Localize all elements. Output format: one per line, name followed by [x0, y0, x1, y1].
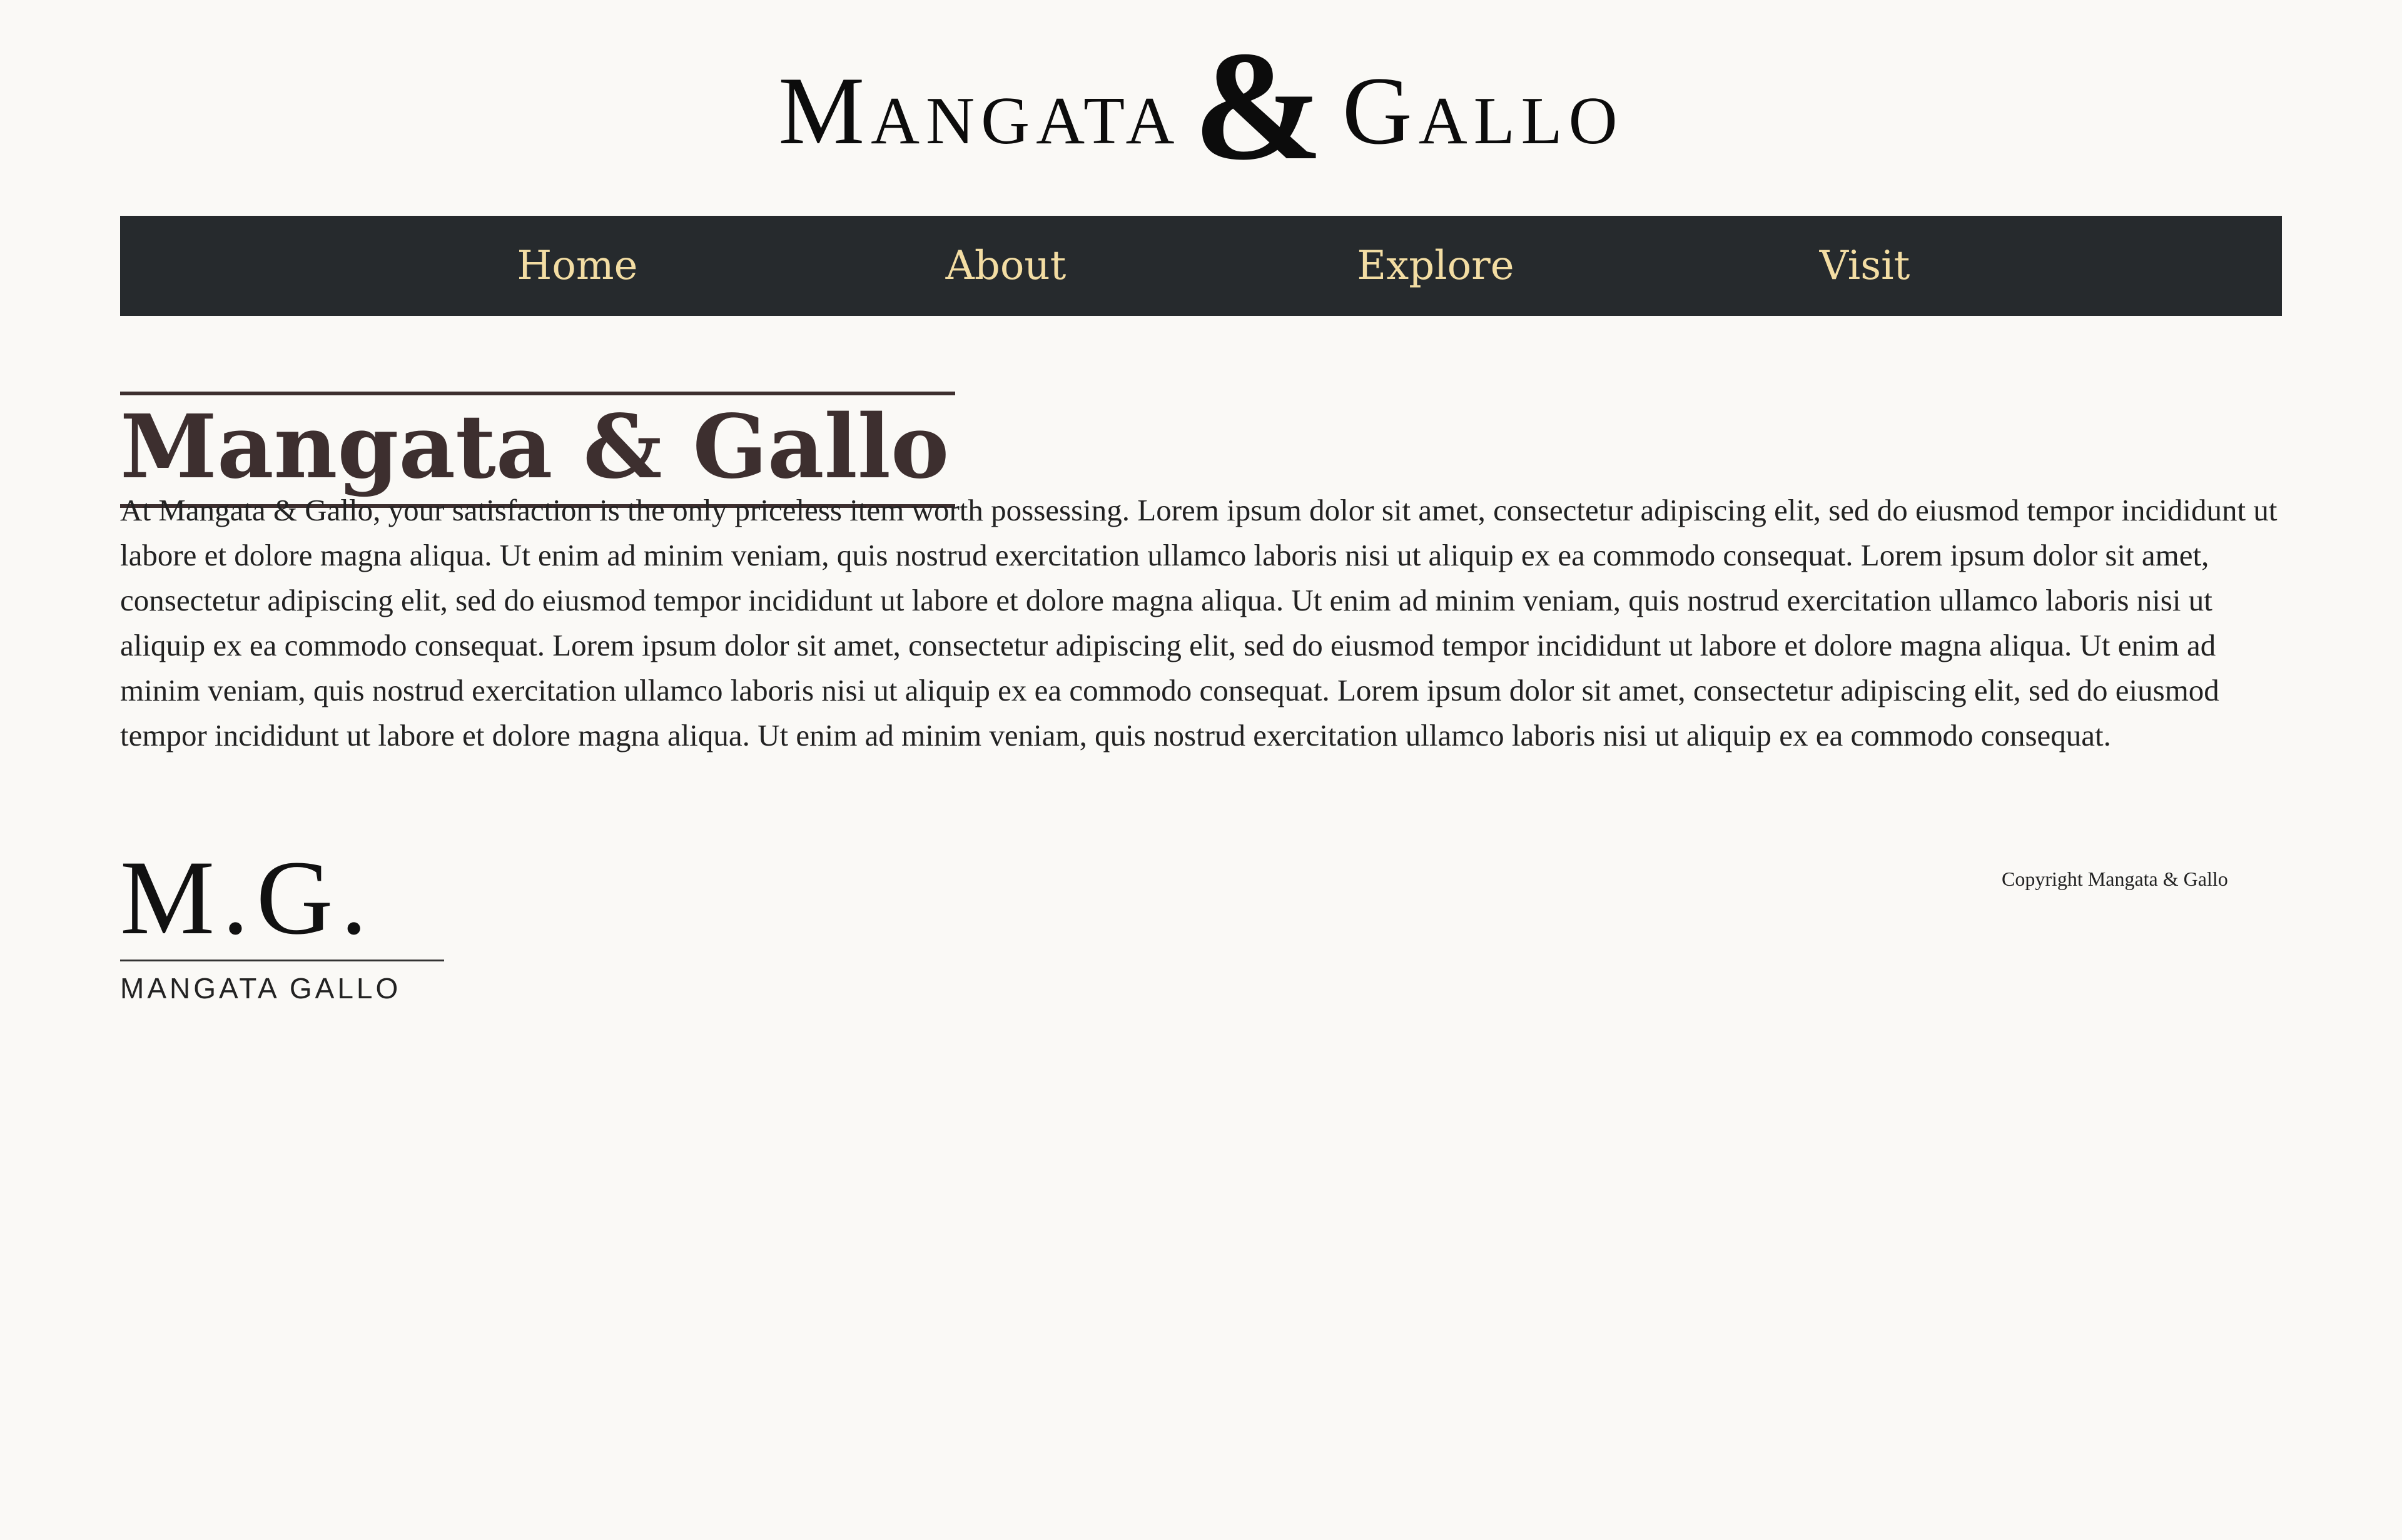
copyright-text: Copyright Mangata & Gallo	[2002, 868, 2228, 890]
nav-link-visit[interactable]: Visit	[1820, 216, 1910, 316]
footer-logo[interactable]: M.G. MANGATA GALLO	[120, 839, 445, 1007]
footer-logo-monogram: M.G.	[120, 839, 375, 956]
site-header: MANGATA& GALLO	[0, 28, 2402, 185]
nav-link-explore[interactable]: Explore	[1357, 216, 1514, 316]
logo-initial-g: G	[1342, 57, 1419, 165]
intro-paragraph: At Mangata & Gallo, your satisfaction is…	[120, 493, 2278, 752]
nav-link-home[interactable]: Home	[517, 216, 638, 316]
site-logo[interactable]: MANGATA& GALLO	[778, 19, 1624, 193]
logo-initial-m: M	[778, 57, 871, 165]
main-nav: Home About Explore Visit	[120, 216, 2282, 316]
logo-word-angata: ANGATA	[871, 84, 1181, 158]
footer-logo-divider	[120, 960, 444, 961]
logo-ampersand: &	[1193, 19, 1324, 193]
footer-logo-wordmark: MANGATA GALLO	[120, 972, 402, 1005]
nav-link-about[interactable]: About	[946, 216, 1067, 316]
logo-word-allo: ALLO	[1418, 84, 1624, 158]
